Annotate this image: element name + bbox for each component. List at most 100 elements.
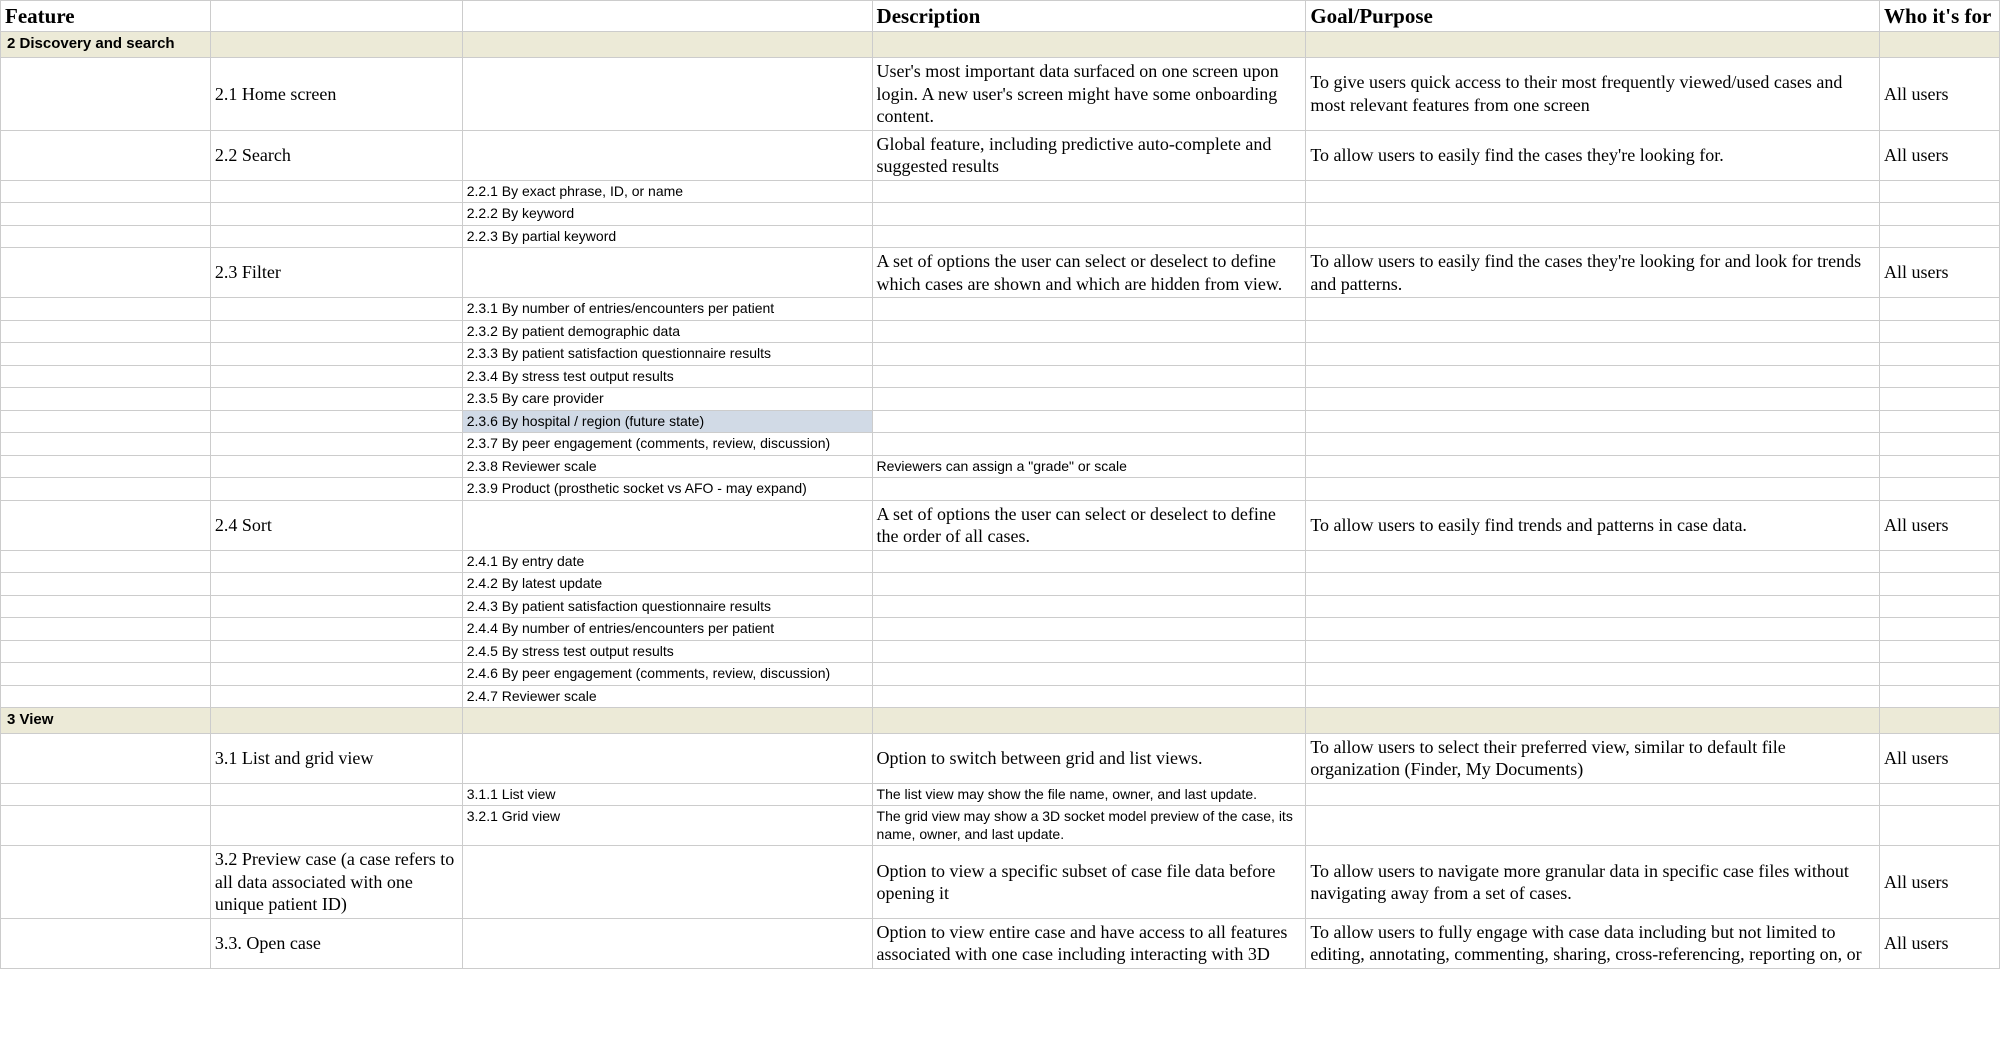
feature-who: All users: [1880, 918, 2000, 968]
table-row: 3.2 Preview case (a case refers to all d…: [1, 846, 2000, 919]
cell-blank: [210, 388, 462, 411]
feature-goal: To allow users to easily find the cases …: [1306, 130, 1880, 180]
sub-feature: 2.4.5 By stress test output results: [462, 640, 872, 663]
table-row: 3.2.1 Grid viewThe grid view may show a …: [1, 806, 2000, 846]
sub-feature: 2.4.3 By patient satisfaction questionna…: [462, 595, 872, 618]
cell-blank: [210, 410, 462, 433]
feature-who: All users: [1880, 846, 2000, 919]
sub-description: [872, 203, 1306, 226]
section-blank: [1880, 32, 2000, 58]
sub-feature: 2.4.7 Reviewer scale: [462, 685, 872, 708]
section-label: 2 Discovery and search: [1, 32, 211, 58]
feature-name: 2.2 Search: [210, 130, 462, 180]
cell-blank: [1306, 640, 1880, 663]
cell-blank: [1880, 225, 2000, 248]
cell-blank: [1880, 410, 2000, 433]
cell-blank: [1880, 320, 2000, 343]
sub-feature: 2.4.6 By peer engagement (comments, revi…: [462, 663, 872, 686]
table-row: 2.4.5 By stress test output results: [1, 640, 2000, 663]
cell-blank: [462, 846, 872, 919]
cell-blank: [210, 685, 462, 708]
table-row: 2.3.4 By stress test output results: [1, 365, 2000, 388]
section-blank: [462, 708, 872, 734]
sub-description: [872, 640, 1306, 663]
sub-description: [872, 320, 1306, 343]
feature-description: User's most important data surfaced on o…: [872, 58, 1306, 131]
table-row: 2.4.1 By entry date: [1, 550, 2000, 573]
sub-feature: 2.3.9 Product (prosthetic socket vs AFO …: [462, 478, 872, 501]
sub-feature: 2.3.3 By patient satisfaction questionna…: [462, 343, 872, 366]
cell-blank: [210, 618, 462, 641]
table-row: 2.3.6 By hospital / region (future state…: [1, 410, 2000, 433]
sub-description: [872, 225, 1306, 248]
cell-blank: [210, 573, 462, 596]
feature-description: Global feature, including predictive aut…: [872, 130, 1306, 180]
cell-blank: [1880, 663, 2000, 686]
cell-blank: [210, 365, 462, 388]
sub-feature: 2.3.4 By stress test output results: [462, 365, 872, 388]
sub-feature: 3.1.1 List view: [462, 783, 872, 806]
feature-goal: To allow users to fully engage with case…: [1306, 918, 1880, 968]
section-label: 3 View: [1, 708, 211, 734]
table-row: 2.1 Home screen User's most important dat…: [1, 58, 2000, 131]
cell-blank: [462, 248, 872, 298]
table-row: 2.3.8 Reviewer scaleReviewers can assign…: [1, 455, 2000, 478]
sub-feature: 2.3.2 By patient demographic data: [462, 320, 872, 343]
feature-table: Feature Description Goal/Purpose Who it'…: [0, 0, 2000, 969]
table-row: 3.1 List and grid viewOption to switch b…: [1, 733, 2000, 783]
section-blank: [872, 32, 1306, 58]
table-row: 2.2.3 By partial keyword: [1, 225, 2000, 248]
table-row: 2.3.1 By number of entries/encounters pe…: [1, 298, 2000, 321]
sub-feature: 2.3.6 By hospital / region (future state…: [462, 410, 872, 433]
feature-who: All users: [1880, 58, 2000, 131]
cell-blank: [1, 365, 211, 388]
sub-description: [872, 573, 1306, 596]
cell-blank: [462, 733, 872, 783]
feature-who: All users: [1880, 500, 2000, 550]
feature-name: 3.3. Open case: [210, 918, 462, 968]
feature-name: 2.3 Filter: [210, 248, 462, 298]
table-row: 2.3.3 By patient satisfaction questionna…: [1, 343, 2000, 366]
cell-blank: [210, 550, 462, 573]
sub-feature: 2.3.1 By number of entries/encounters pe…: [462, 298, 872, 321]
header-description: Description: [872, 1, 1306, 32]
cell-blank: [1306, 343, 1880, 366]
sub-feature: 2.3.5 By care provider: [462, 388, 872, 411]
cell-blank: [1, 918, 211, 968]
table-row: 3.3. Open caseOption to view entire case…: [1, 918, 2000, 968]
cell-blank: [1306, 806, 1880, 846]
cell-blank: [1306, 410, 1880, 433]
feature-name: 2.1 Home screen: [210, 58, 462, 131]
cell-blank: [210, 343, 462, 366]
cell-blank: [210, 806, 462, 846]
cell-blank: [1880, 343, 2000, 366]
feature-name: 3.1 List and grid view: [210, 733, 462, 783]
sub-description: [872, 180, 1306, 203]
cell-blank: [210, 433, 462, 456]
section-blank: [210, 708, 462, 734]
sub-description: [872, 388, 1306, 411]
cell-blank: [1880, 203, 2000, 226]
cell-blank: [210, 320, 462, 343]
section-blank: [1880, 708, 2000, 734]
sub-description: [872, 663, 1306, 686]
cell-blank: [210, 595, 462, 618]
header-blank-2: [462, 1, 872, 32]
feature-name: 3.2 Preview case (a case refers to all d…: [210, 846, 462, 919]
cell-blank: [1880, 640, 2000, 663]
cell-blank: [1306, 298, 1880, 321]
cell-blank: [1, 298, 211, 321]
sub-feature: 2.4.1 By entry date: [462, 550, 872, 573]
feature-goal: To allow users to easily find the cases …: [1306, 248, 1880, 298]
table-row: 2.4.3 By patient satisfaction questionna…: [1, 595, 2000, 618]
section-blank: [462, 32, 872, 58]
sub-feature: 2.4.2 By latest update: [462, 573, 872, 596]
feature-who: All users: [1880, 248, 2000, 298]
sub-feature: 2.2.2 By keyword: [462, 203, 872, 226]
cell-blank: [1306, 478, 1880, 501]
cell-blank: [1, 663, 211, 686]
cell-blank: [1, 130, 211, 180]
cell-blank: [1, 203, 211, 226]
cell-blank: [1, 685, 211, 708]
sub-description: [872, 685, 1306, 708]
